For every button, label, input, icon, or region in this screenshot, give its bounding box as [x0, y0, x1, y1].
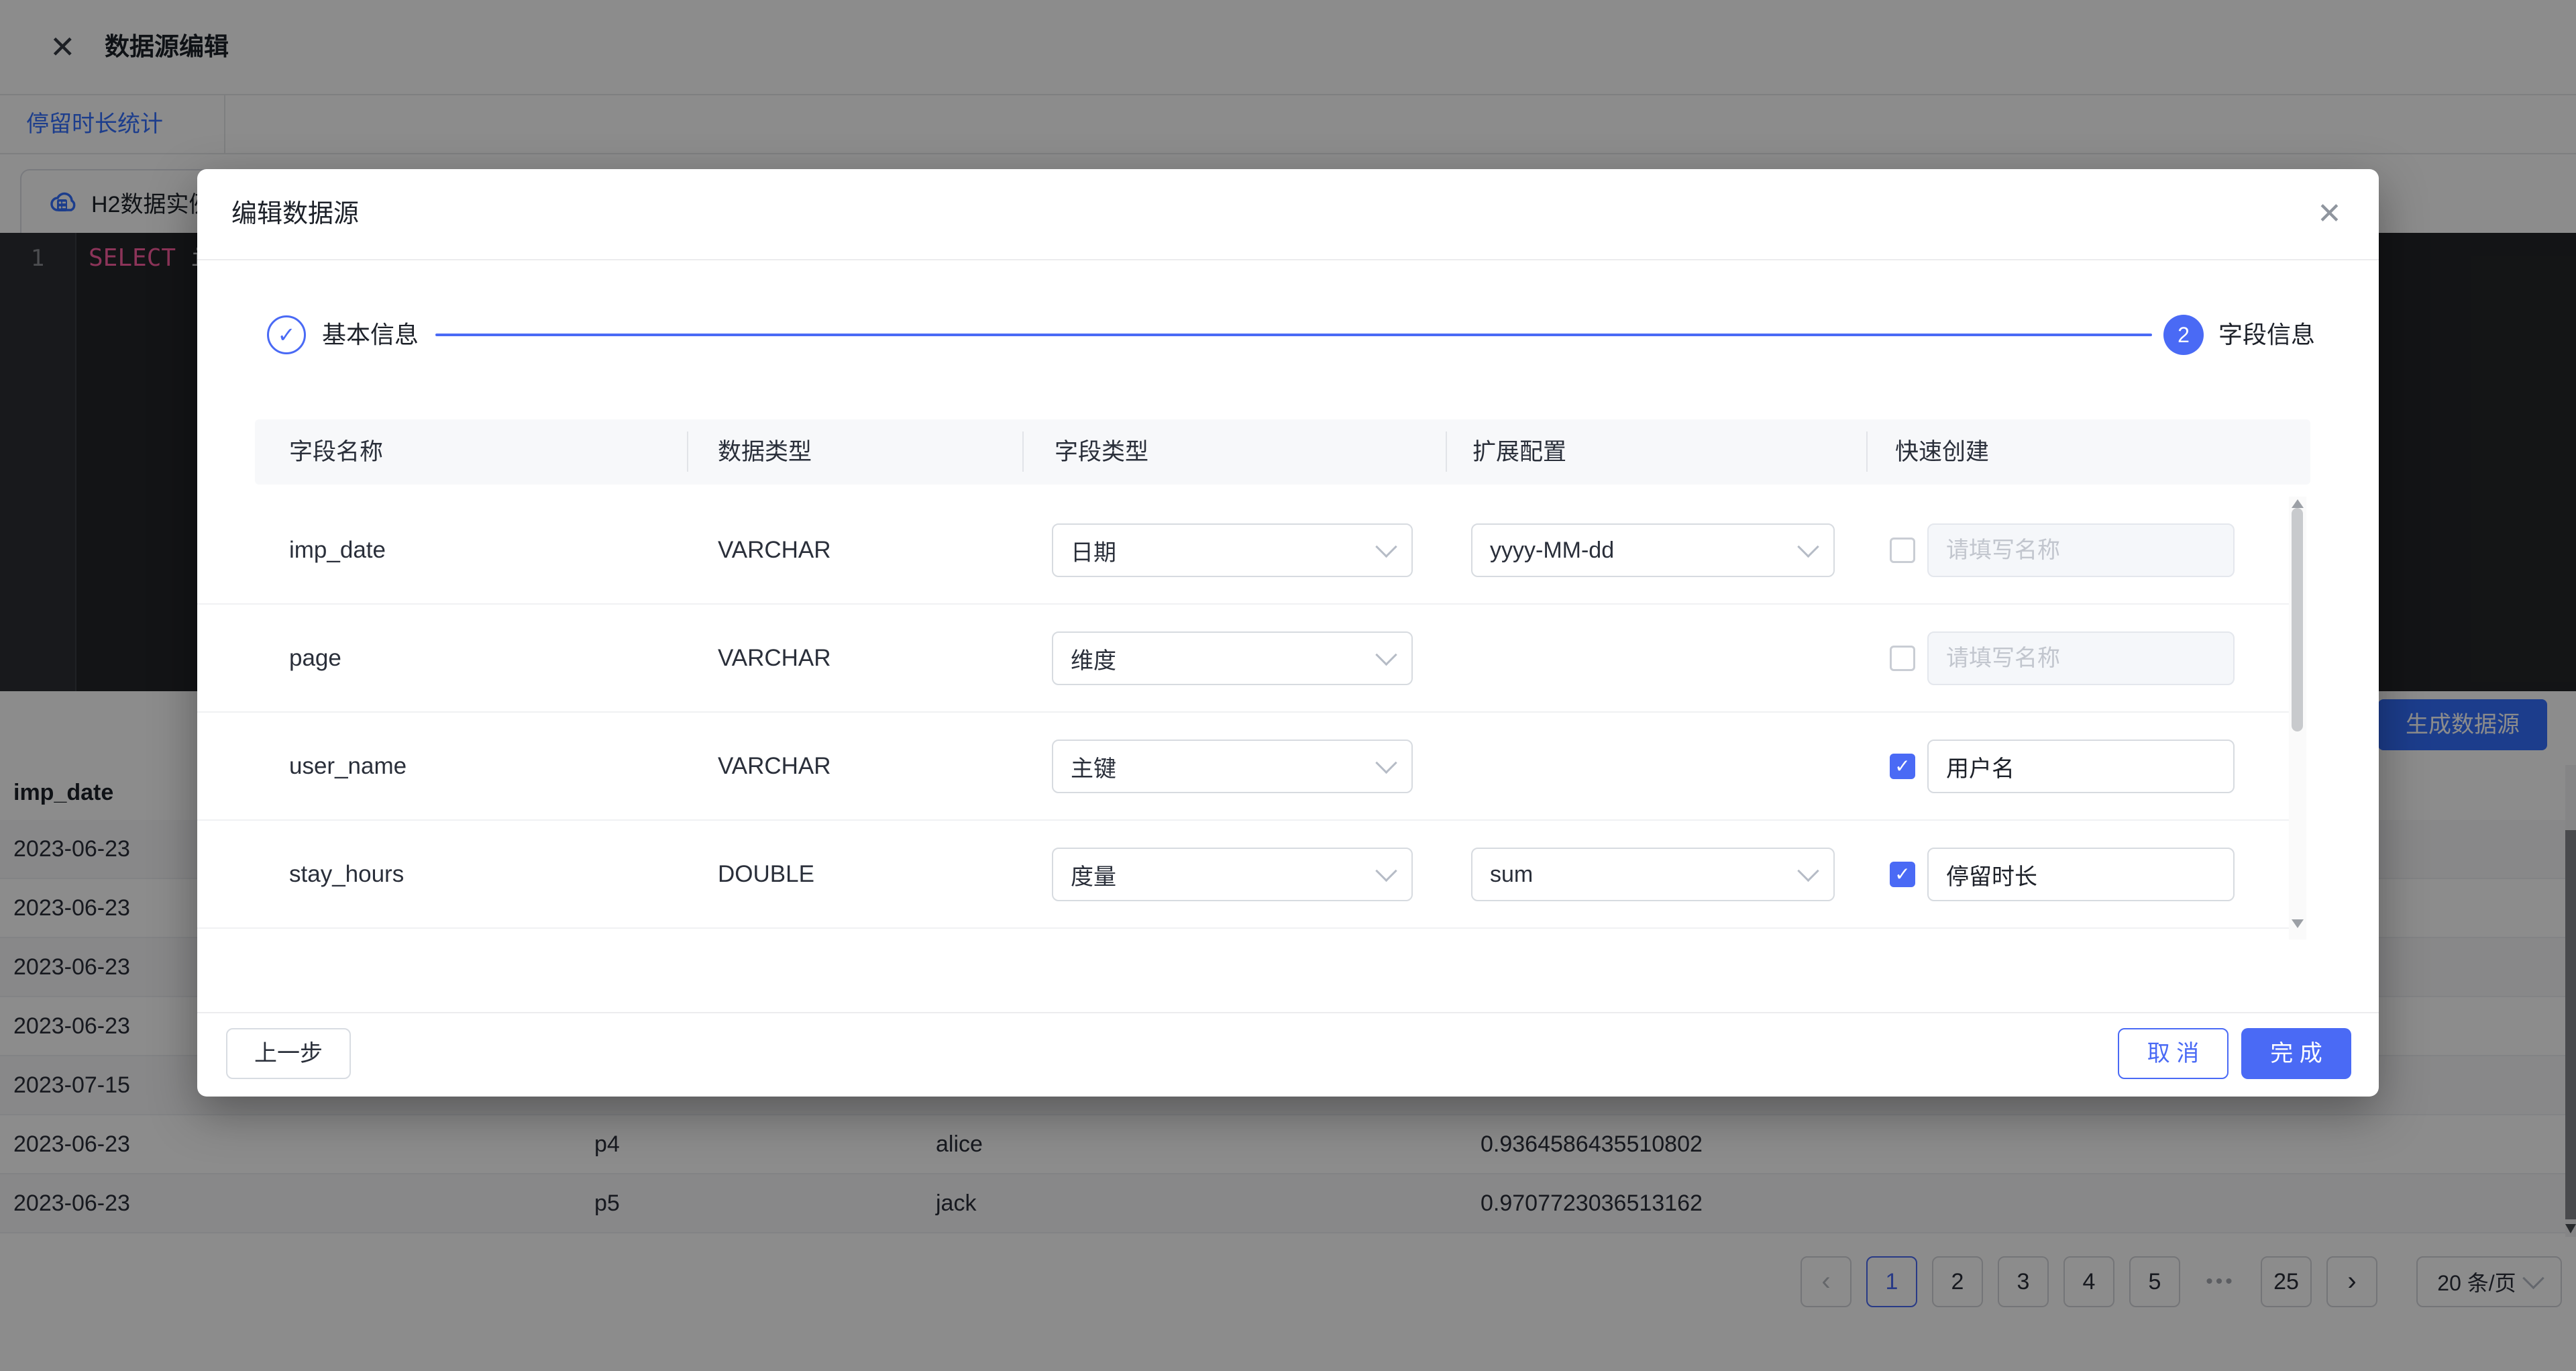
field-table-header: 字段名称 数据类型 字段类型 扩展配置 快速创建 — [255, 419, 2310, 485]
field-row: user_name VARCHAR 主键 ✓ — [197, 713, 2306, 821]
field-table-body: imp_date VARCHAR 日期 yyyy-MM-dd page VARCHAR 维度… — [197, 497, 2306, 929]
field-name: page — [289, 605, 341, 711]
select-value: sum — [1490, 862, 1533, 888]
quick-create-checkbox[interactable] — [1890, 538, 1915, 563]
quick-create-name-input[interactable] — [1927, 740, 2235, 793]
field-data-type: VARCHAR — [718, 497, 831, 603]
field-col-datatype: 数据类型 — [718, 419, 812, 485]
modal-header: 编辑数据源 ✕ — [197, 169, 2379, 260]
quick-create-checkbox[interactable] — [1890, 646, 1915, 671]
chevron-down-icon — [1375, 644, 1397, 666]
field-type-select[interactable]: 度量 — [1052, 848, 1413, 901]
select-value: 度量 — [1071, 858, 1116, 891]
chevron-down-icon — [1375, 860, 1397, 882]
field-type-select[interactable]: 日期 — [1052, 523, 1413, 577]
field-col-name: 字段名称 — [289, 419, 383, 485]
modal-close-icon[interactable]: ✕ — [2317, 169, 2342, 259]
edit-datasource-modal: 编辑数据源 ✕ ✓ 基本信息 2 字段信息 字段名称 数据类型 字段类型 扩展配… — [197, 169, 2379, 1097]
quick-create-name-input[interactable] — [1927, 631, 2235, 685]
screen: ✕ 数据源编辑 停留时长统计 H2数据实例 1 SELECT imp 生成数据源… — [0, 0, 2576, 1371]
field-table-scrollbar-thumb[interactable] — [2292, 508, 2303, 731]
quick-create-name-input[interactable] — [1927, 848, 2235, 901]
header-separator — [1022, 431, 1024, 472]
chevron-down-icon — [1375, 752, 1397, 774]
select-value: 主键 — [1071, 750, 1116, 783]
stepper-connector — [435, 334, 2152, 336]
chevron-down-icon — [1797, 860, 1819, 882]
header-separator — [1866, 431, 1868, 472]
field-data-type: VARCHAR — [718, 713, 831, 819]
chevron-down-icon — [1797, 536, 1819, 558]
finish-button[interactable]: 完 成 — [2241, 1028, 2351, 1079]
field-name: user_name — [289, 713, 407, 819]
field-name: imp_date — [289, 497, 386, 603]
header-separator — [687, 431, 688, 472]
field-col-fieldtype: 字段类型 — [1055, 419, 1148, 485]
quick-create-checkbox[interactable]: ✓ — [1890, 862, 1915, 887]
field-type-select[interactable]: 主键 — [1052, 740, 1413, 793]
field-row: stay_hours DOUBLE 度量 sum ✓ — [197, 821, 2306, 929]
field-name: stay_hours — [289, 821, 404, 927]
field-type-select[interactable]: 维度 — [1052, 631, 1413, 685]
ext-config-select[interactable]: yyyy-MM-dd — [1471, 523, 1835, 577]
field-col-quickcreate: 快速创建 — [1895, 419, 1989, 485]
select-value: yyyy-MM-dd — [1490, 538, 1614, 564]
cancel-button[interactable]: 取 消 — [2118, 1028, 2229, 1079]
field-data-type: DOUBLE — [718, 821, 814, 927]
step2-number-badge: 2 — [2163, 315, 2204, 355]
field-row: imp_date VARCHAR 日期 yyyy-MM-dd — [197, 497, 2306, 605]
scroll-down-icon[interactable] — [2292, 919, 2304, 928]
previous-step-button[interactable]: 上一步 — [226, 1028, 351, 1079]
ext-config-select[interactable]: sum — [1471, 848, 1835, 901]
field-data-type: VARCHAR — [718, 605, 831, 711]
header-separator — [1446, 431, 1447, 472]
select-value: 维度 — [1071, 642, 1116, 675]
footer-divider — [197, 1012, 2379, 1013]
select-value: 日期 — [1071, 534, 1116, 567]
step1-done-icon: ✓ — [267, 315, 306, 354]
quick-create-checkbox[interactable]: ✓ — [1890, 754, 1915, 779]
field-row: page VARCHAR 维度 — [197, 605, 2306, 713]
quick-create-name-input[interactable] — [1927, 523, 2235, 577]
field-col-extconfig: 扩展配置 — [1472, 419, 1566, 485]
chevron-down-icon — [1375, 536, 1397, 558]
scroll-up-icon[interactable] — [2292, 499, 2304, 508]
